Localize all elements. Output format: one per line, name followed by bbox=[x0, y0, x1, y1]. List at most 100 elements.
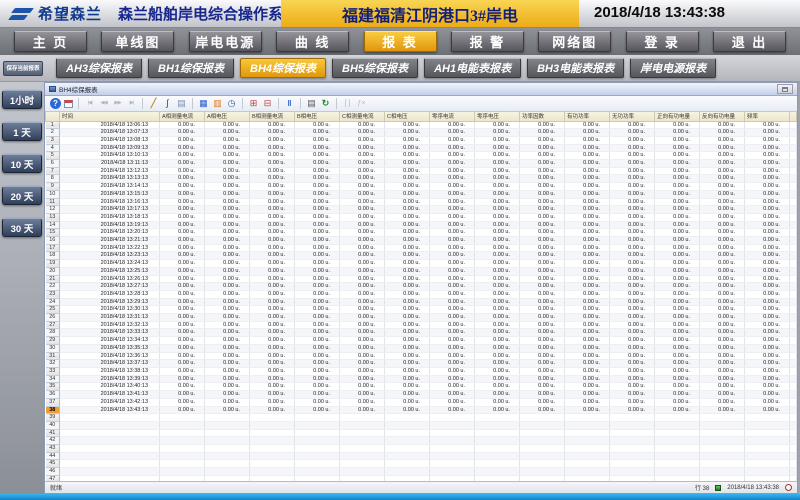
value-cell[interactable]: 0.00 u. bbox=[340, 229, 385, 237]
value-cell[interactable]: 0.00 u. bbox=[295, 337, 340, 345]
value-cell[interactable]: 0.00 u. bbox=[520, 391, 565, 399]
value-cell[interactable]: 0.00 u. bbox=[385, 275, 430, 283]
value-cell[interactable]: 0.00 u. bbox=[250, 314, 295, 322]
value-cell[interactable]: 0.00 u. bbox=[385, 206, 430, 214]
value-cell[interactable]: 0.00 u. bbox=[340, 352, 385, 360]
value-cell[interactable]: 0.00 u. bbox=[655, 144, 700, 152]
value-cell[interactable]: 0.00 u. bbox=[160, 160, 205, 168]
value-cell[interactable] bbox=[745, 452, 790, 460]
value-cell[interactable]: 0.00 u. bbox=[745, 260, 790, 268]
table-row[interactable]: 43 bbox=[46, 445, 797, 453]
value-cell[interactable]: 0.00 u. bbox=[700, 260, 745, 268]
value-cell[interactable]: 0.00 u. bbox=[160, 190, 205, 198]
value-cell[interactable]: 0.00 u. bbox=[520, 383, 565, 391]
table-row[interactable]: 202018/4/18 13:25:130.00 u.0.00 u.0.00 u… bbox=[46, 267, 797, 275]
value-cell[interactable] bbox=[340, 468, 385, 476]
value-cell[interactable]: 0.00 u. bbox=[655, 152, 700, 160]
value-cell[interactable]: 0.00 u. bbox=[205, 206, 250, 214]
time-cell[interactable]: 2018/4/18 13:13:13 bbox=[60, 175, 160, 183]
value-cell[interactable]: 0.00 u. bbox=[565, 344, 610, 352]
value-cell[interactable]: 0.00 u. bbox=[655, 344, 700, 352]
column-header[interactable]: 正向有功电量 bbox=[655, 112, 700, 121]
time-cell[interactable]: 2018/4/18 13:39:13 bbox=[60, 375, 160, 383]
value-cell[interactable]: 0.00 u. bbox=[205, 306, 250, 314]
value-cell[interactable]: 0.00 u. bbox=[430, 344, 475, 352]
value-cell[interactable]: 0.00 u. bbox=[655, 121, 700, 129]
value-cell[interactable]: 0.00 u. bbox=[700, 275, 745, 283]
value-cell[interactable]: 0.00 u. bbox=[700, 190, 745, 198]
value-cell[interactable] bbox=[160, 421, 205, 429]
value-cell[interactable] bbox=[160, 452, 205, 460]
value-cell[interactable]: 0.00 u. bbox=[475, 321, 520, 329]
value-cell[interactable] bbox=[250, 445, 295, 453]
value-cell[interactable] bbox=[340, 445, 385, 453]
value-cell[interactable]: 0.00 u. bbox=[565, 129, 610, 137]
row-number-cell[interactable]: 26 bbox=[46, 314, 60, 322]
value-cell[interactable]: 0.00 u. bbox=[430, 152, 475, 160]
value-cell[interactable]: 0.00 u. bbox=[475, 383, 520, 391]
value-cell[interactable]: 0.00 u. bbox=[475, 244, 520, 252]
value-cell[interactable]: 0.00 u. bbox=[250, 368, 295, 376]
tab-ah1-meter[interactable]: AH1电能表报表 bbox=[424, 58, 521, 78]
value-cell[interactable]: 0.00 u. bbox=[160, 175, 205, 183]
print-icon[interactable]: ▤ bbox=[306, 98, 317, 109]
value-cell[interactable]: 0.00 u. bbox=[430, 167, 475, 175]
time-cell[interactable]: 2018/4/18 13:36:13 bbox=[60, 352, 160, 360]
row-number-cell[interactable]: 7 bbox=[46, 167, 60, 175]
table-row[interactable]: 39 bbox=[46, 414, 797, 422]
value-cell[interactable]: 0.00 u. bbox=[520, 406, 565, 414]
value-cell[interactable]: 0.00 u. bbox=[340, 244, 385, 252]
value-cell[interactable]: 0.00 u. bbox=[745, 167, 790, 175]
value-cell[interactable]: 0.00 u. bbox=[430, 406, 475, 414]
value-cell[interactable]: 0.00 u. bbox=[475, 290, 520, 298]
value-cell[interactable]: 0.00 u. bbox=[340, 406, 385, 414]
value-cell[interactable]: 0.00 u. bbox=[655, 136, 700, 144]
value-cell[interactable] bbox=[250, 468, 295, 476]
value-cell[interactable]: 0.00 u. bbox=[745, 190, 790, 198]
value-cell[interactable] bbox=[250, 437, 295, 445]
value-cell[interactable]: 0.00 u. bbox=[295, 344, 340, 352]
value-cell[interactable]: 0.00 u. bbox=[700, 129, 745, 137]
value-cell[interactable]: 0.00 u. bbox=[610, 283, 655, 291]
time-cell[interactable] bbox=[60, 421, 160, 429]
row-number-cell[interactable]: 11 bbox=[46, 198, 60, 206]
period-button-1-day[interactable]: 1 天 bbox=[2, 122, 42, 141]
value-cell[interactable]: 0.00 u. bbox=[250, 152, 295, 160]
value-cell[interactable]: 0.00 u. bbox=[610, 383, 655, 391]
value-cell[interactable]: 0.00 u. bbox=[610, 337, 655, 345]
value-cell[interactable]: 0.00 u. bbox=[340, 283, 385, 291]
value-cell[interactable]: 0.00 u. bbox=[610, 398, 655, 406]
value-cell[interactable]: 0.00 u. bbox=[160, 283, 205, 291]
time-cell[interactable] bbox=[60, 429, 160, 437]
value-cell[interactable]: 0.00 u. bbox=[700, 160, 745, 168]
value-cell[interactable]: 0.00 u. bbox=[205, 314, 250, 322]
value-cell[interactable]: 0.00 u. bbox=[340, 321, 385, 329]
calendar-icon[interactable] bbox=[64, 100, 73, 108]
value-cell[interactable]: 0.00 u. bbox=[745, 406, 790, 414]
menu-item-exit[interactable]: 退 出 bbox=[713, 31, 786, 52]
value-cell[interactable] bbox=[745, 445, 790, 453]
value-cell[interactable]: 0.00 u. bbox=[250, 375, 295, 383]
value-cell[interactable]: 0.00 u. bbox=[160, 321, 205, 329]
row-number-cell[interactable]: 14 bbox=[46, 221, 60, 229]
value-cell[interactable]: 0.00 u. bbox=[160, 368, 205, 376]
value-cell[interactable]: 0.00 u. bbox=[565, 283, 610, 291]
value-cell[interactable]: 0.00 u. bbox=[250, 183, 295, 191]
value-cell[interactable]: 0.00 u. bbox=[700, 267, 745, 275]
table-row[interactable]: 42 bbox=[46, 437, 797, 445]
value-cell[interactable]: 0.00 u. bbox=[745, 314, 790, 322]
value-cell[interactable]: 0.00 u. bbox=[610, 252, 655, 260]
value-cell[interactable]: 0.00 u. bbox=[160, 229, 205, 237]
value-cell[interactable]: 0.00 u. bbox=[745, 360, 790, 368]
value-cell[interactable]: 0.00 u. bbox=[655, 406, 700, 414]
value-cell[interactable]: 0.00 u. bbox=[520, 244, 565, 252]
value-cell[interactable] bbox=[520, 421, 565, 429]
value-cell[interactable] bbox=[340, 429, 385, 437]
value-cell[interactable]: 0.00 u. bbox=[430, 144, 475, 152]
value-cell[interactable]: 0.00 u. bbox=[520, 329, 565, 337]
value-cell[interactable]: 0.00 u. bbox=[565, 314, 610, 322]
menu-item-single-line-diagram[interactable]: 单线图 bbox=[101, 31, 174, 52]
row-number-cell[interactable]: 25 bbox=[46, 306, 60, 314]
value-cell[interactable]: 0.00 u. bbox=[430, 290, 475, 298]
column-header[interactable]: 反向有功电量 bbox=[700, 112, 745, 121]
